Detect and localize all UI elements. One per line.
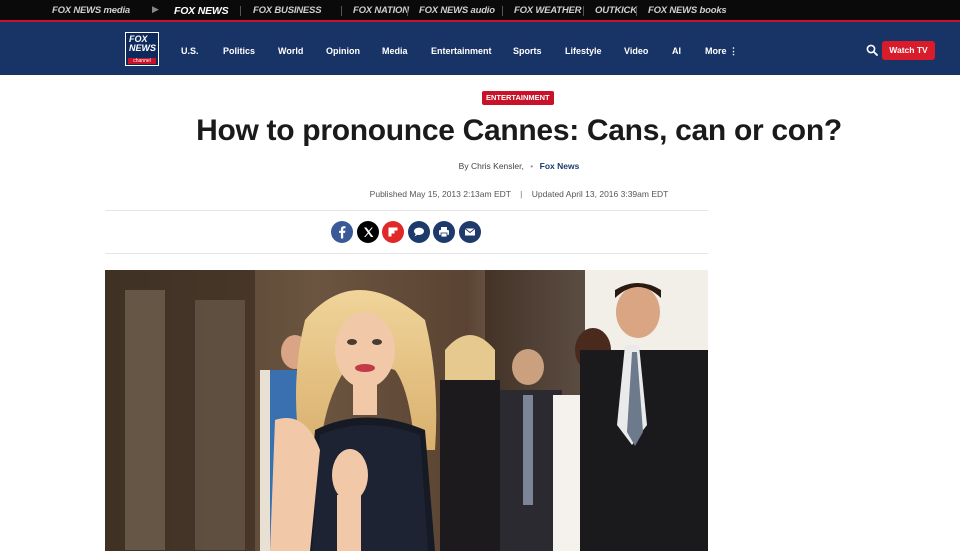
comment-button[interactable]: [408, 221, 430, 243]
print-icon: [439, 227, 449, 238]
nav-link-sports[interactable]: Sports: [513, 46, 542, 57]
network-bar: FOX NEWS media ▶ FOX NEWS FOX BUSINESS F…: [0, 0, 960, 22]
divider: [636, 6, 637, 16]
x-icon: [364, 227, 374, 237]
main-nav: FOX NEWS channel U.S. Politics World Opi…: [0, 22, 960, 75]
logo-text-line2: NEWS: [129, 43, 156, 53]
divider: [105, 253, 708, 254]
search-icon[interactable]: [866, 44, 878, 56]
fox-news-audio-link[interactable]: FOX NEWS audio: [419, 4, 495, 18]
nav-link-us[interactable]: U.S.: [181, 46, 199, 57]
nav-link-media[interactable]: Media: [382, 46, 408, 57]
flipboard-icon: [388, 227, 398, 237]
divider: [240, 6, 241, 16]
byline: By Chris Kensler, • Fox News: [105, 161, 933, 172]
fox-news-books-link[interactable]: FOX NEWS books: [648, 4, 727, 18]
print-button[interactable]: [433, 221, 455, 243]
flipboard-share-button[interactable]: [382, 221, 404, 243]
nav-link-ai[interactable]: AI: [672, 46, 681, 57]
nav-link-more-label: More: [705, 46, 727, 56]
fox-business-link[interactable]: FOX BUSINESS: [253, 4, 322, 18]
divider: [583, 6, 584, 16]
author-name[interactable]: Chris Kensler: [471, 161, 522, 171]
facebook-share-button[interactable]: [331, 221, 353, 243]
nav-link-video[interactable]: Video: [624, 46, 648, 57]
divider: [502, 6, 503, 16]
more-dots-icon: ⋮: [729, 46, 739, 56]
nav-link-politics[interactable]: Politics: [223, 46, 255, 57]
fox-news-link[interactable]: FOX NEWS: [174, 4, 229, 18]
published-date: Published May 15, 2013 2:13am EDT: [369, 189, 511, 199]
x-share-button[interactable]: [357, 221, 379, 243]
article-photo: [105, 270, 708, 551]
source-link[interactable]: Fox News: [540, 161, 580, 171]
divider: [105, 210, 708, 211]
facebook-icon: [339, 226, 346, 239]
dot-separator: •: [530, 161, 534, 171]
nav-link-world[interactable]: World: [278, 46, 303, 57]
byline-separator: ,: [521, 161, 524, 171]
watch-tv-button[interactable]: Watch TV: [882, 41, 935, 60]
fox-weather-link[interactable]: FOX WEATHER: [514, 4, 581, 18]
outkick-link[interactable]: OUTKICK: [595, 4, 637, 18]
fox-news-media-link[interactable]: FOX NEWS media: [52, 4, 130, 18]
nav-link-lifestyle[interactable]: Lifestyle: [565, 46, 602, 57]
comment-icon: [414, 227, 424, 237]
article-photo-image: [105, 270, 708, 551]
date-separator: |: [520, 189, 523, 199]
play-arrow-icon: ▶: [152, 4, 159, 14]
article-headline: How to pronounce Cannes: Cans, can or co…: [196, 114, 842, 147]
fox-nation-link[interactable]: FOX NATION: [353, 4, 409, 18]
logo-text-line3: channel: [128, 58, 156, 64]
fox-news-logo[interactable]: FOX NEWS channel: [125, 32, 159, 66]
nav-link-more[interactable]: More ⋮: [705, 46, 738, 57]
nav-link-opinion[interactable]: Opinion: [326, 46, 360, 57]
article-dates: Published May 15, 2013 2:13am EDT | Upda…: [105, 189, 933, 200]
email-share-button[interactable]: [459, 221, 481, 243]
byline-prefix: By: [458, 161, 469, 171]
category-badge[interactable]: ENTERTAINMENT: [482, 91, 554, 105]
divider: [407, 6, 408, 16]
divider: [341, 6, 342, 16]
email-icon: [464, 228, 476, 236]
updated-date: Updated April 13, 2016 3:39am EDT: [531, 189, 669, 199]
nav-link-entertainment[interactable]: Entertainment: [431, 46, 492, 57]
